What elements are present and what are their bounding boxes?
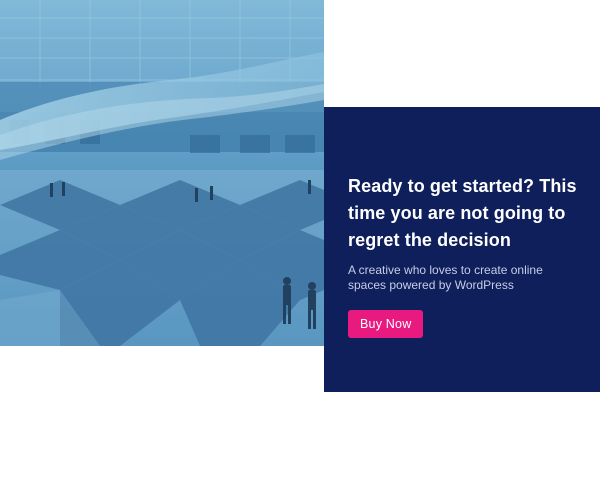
cta-heading: Ready to get started? This time you are …: [348, 176, 577, 250]
cta-subtext: A creative who loves to create online sp…: [348, 263, 543, 292]
cta-panel: Ready to get started? This time you are …: [324, 107, 600, 392]
buy-now-button[interactable]: Buy Now: [348, 310, 424, 338]
hero-photo: [0, 0, 324, 346]
plaza-photo-illustration: [0, 0, 324, 346]
